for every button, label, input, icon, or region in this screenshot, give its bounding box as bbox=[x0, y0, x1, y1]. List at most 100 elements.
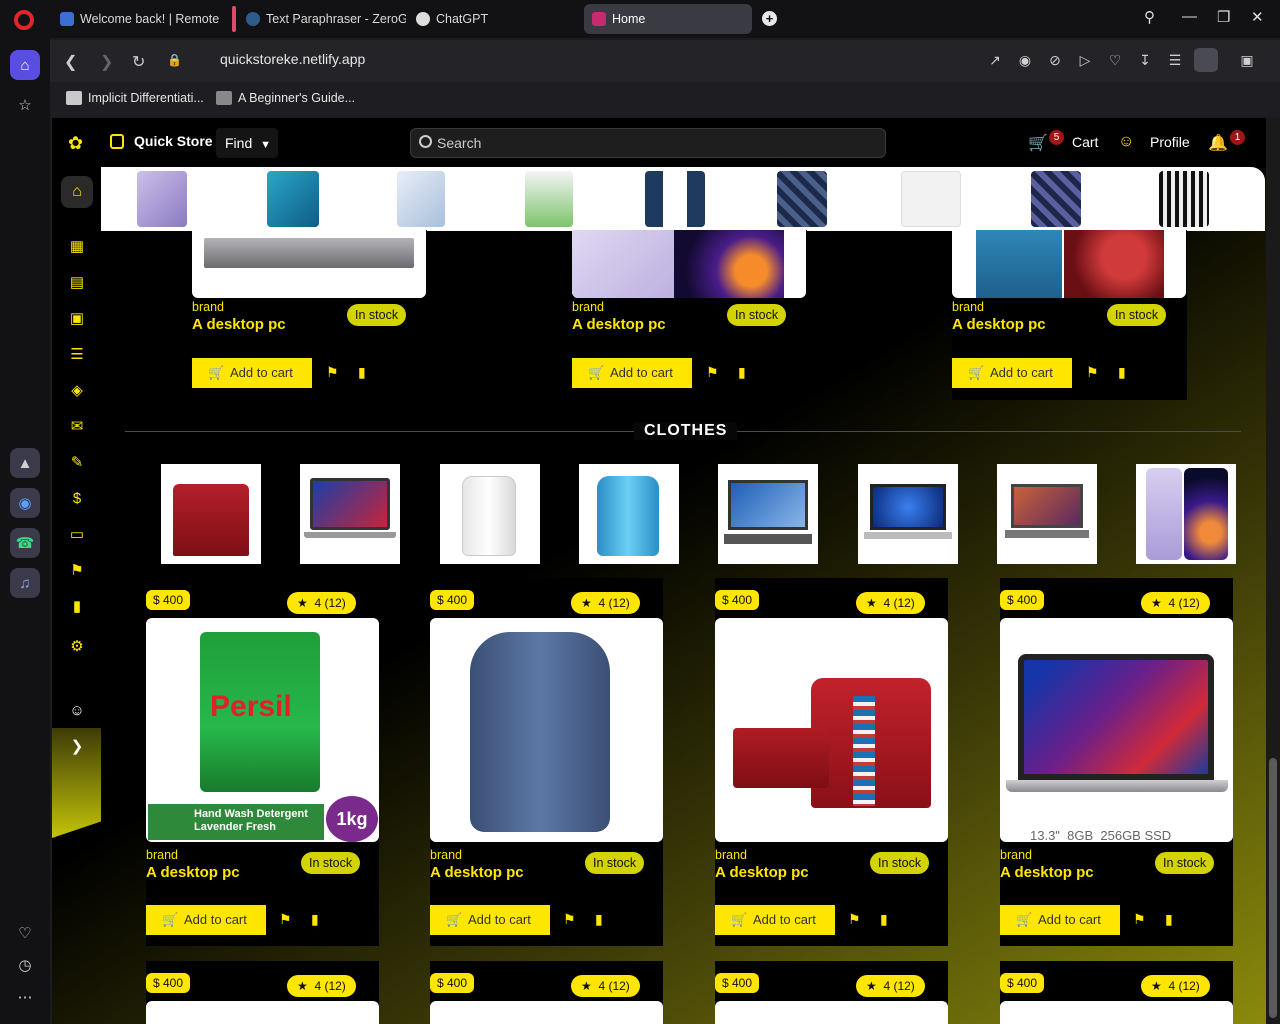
more-options-icon[interactable]: ⋯ bbox=[10, 982, 40, 1012]
opera-logo-icon[interactable] bbox=[14, 10, 34, 30]
new-tab-button[interactable]: + bbox=[762, 11, 777, 26]
carousel-item[interactable] bbox=[525, 171, 573, 227]
bookmark-icon[interactable]: ▮ bbox=[1165, 911, 1173, 928]
flag-icon[interactable]: ⚑ bbox=[563, 911, 576, 928]
tab-search-icon[interactable]: ⚲ bbox=[1144, 8, 1155, 26]
tag-icon[interactable]: ◈ bbox=[68, 382, 86, 400]
tab-chatgpt[interactable]: ChatGPT bbox=[408, 4, 578, 34]
category-thumbnail[interactable] bbox=[440, 464, 540, 564]
carousel-item[interactable] bbox=[267, 171, 319, 227]
product-name[interactable]: A desktop pc bbox=[572, 316, 666, 333]
product-name[interactable]: A desktop pc bbox=[715, 864, 809, 881]
product-card[interactable]: brand A desktop pc In stock 🛒 Add to cart… bbox=[952, 230, 1187, 400]
product-name[interactable]: A desktop pc bbox=[192, 316, 286, 333]
messenger-icon[interactable]: ◉ bbox=[10, 488, 40, 518]
carousel-item[interactable] bbox=[1159, 171, 1209, 227]
grid-icon[interactable]: ▦ bbox=[68, 238, 86, 256]
bookmark-implicit-diff[interactable]: Implicit Differentiati... bbox=[66, 91, 204, 105]
bookmark-icon[interactable]: ▮ bbox=[1118, 364, 1126, 381]
bookmarks-star-icon[interactable]: ☆ bbox=[10, 90, 40, 120]
category-thumbnail[interactable] bbox=[718, 464, 818, 564]
flag-icon[interactable]: ⚑ bbox=[326, 364, 339, 381]
settings-gear-icon[interactable]: ⚙ bbox=[68, 638, 86, 656]
product-card[interactable]: $ 400 ★ 4 (12) bbox=[430, 961, 663, 1024]
cart-link[interactable]: Cart bbox=[1072, 134, 1098, 150]
forward-icon[interactable]: ❯ bbox=[100, 52, 113, 72]
add-to-cart-button[interactable]: 🛒 Add to cart bbox=[952, 358, 1072, 388]
home-icon[interactable]: ⌂ bbox=[61, 176, 93, 208]
carousel-item[interactable] bbox=[777, 171, 827, 227]
easy-setup-icon[interactable]: ☰ bbox=[1166, 51, 1184, 69]
category-thumbnail[interactable] bbox=[1136, 464, 1236, 564]
whatsapp-icon[interactable]: ☎ bbox=[10, 528, 40, 558]
add-user-icon[interactable]: ☺ bbox=[68, 702, 86, 720]
carousel-item[interactable] bbox=[1031, 171, 1081, 227]
clipboard-icon[interactable]: ▤ bbox=[68, 274, 86, 292]
extensions-icon[interactable]: ▣ bbox=[1238, 51, 1256, 69]
product-name[interactable]: A desktop pc bbox=[146, 864, 240, 881]
flag-icon[interactable]: ⚑ bbox=[279, 911, 292, 928]
share-icon[interactable]: ↗ bbox=[986, 51, 1004, 69]
reload-icon[interactable]: ↻ bbox=[132, 52, 145, 72]
dollar-icon[interactable]: $ bbox=[68, 490, 86, 508]
minimize-icon[interactable]: — bbox=[1182, 8, 1197, 25]
product-card[interactable]: $ 400 ★ 4 (12) Persil Hand Wash Detergen… bbox=[146, 578, 379, 946]
product-name[interactable]: A desktop pc bbox=[1000, 864, 1094, 881]
browser-profile-button[interactable] bbox=[1194, 48, 1218, 72]
gift-icon[interactable]: ▣ bbox=[68, 310, 86, 328]
flag-icon[interactable]: ⚑ bbox=[706, 364, 719, 381]
download-icon[interactable]: ↧ bbox=[1136, 51, 1154, 69]
add-to-cart-button[interactable]: 🛒 Add to cart bbox=[572, 358, 692, 388]
profile-icon[interactable]: ☺ bbox=[1118, 133, 1134, 151]
carousel-item[interactable] bbox=[397, 171, 445, 227]
product-card[interactable]: $ 400 ★ 4 (12) bbox=[715, 961, 948, 1024]
close-window-icon[interactable]: ✕ bbox=[1251, 8, 1264, 26]
expand-chevron-icon[interactable]: ❯ bbox=[68, 738, 86, 756]
camera-icon[interactable]: ◉ bbox=[1016, 51, 1034, 69]
flag-icon[interactable]: ⚑ bbox=[1086, 364, 1099, 381]
cart-icon[interactable]: 🛒 bbox=[1028, 133, 1048, 153]
add-to-cart-button[interactable]: 🛒 Add to cart bbox=[146, 905, 266, 935]
category-thumbnail[interactable] bbox=[579, 464, 679, 564]
url-field[interactable]: quickstoreke.netlify.app bbox=[220, 51, 365, 67]
category-thumbnail[interactable] bbox=[997, 464, 1097, 564]
flag-icon[interactable]: ⚑ bbox=[68, 562, 86, 580]
music-player-icon[interactable]: ♫ bbox=[10, 568, 40, 598]
product-card[interactable]: $ 400 ★ 4 (12) bbox=[146, 961, 379, 1024]
add-to-cart-button[interactable]: 🛒 Add to cart bbox=[715, 905, 835, 935]
bookmark-beginners-guide[interactable]: A Beginner's Guide... bbox=[216, 91, 355, 105]
restore-icon[interactable]: ❐ bbox=[1217, 8, 1230, 26]
card-icon[interactable]: ▭ bbox=[68, 526, 86, 544]
bookmark-icon[interactable]: ▮ bbox=[311, 911, 319, 928]
adblock-icon[interactable]: ⊘ bbox=[1046, 51, 1064, 69]
mail-icon[interactable]: ✉ bbox=[68, 418, 86, 436]
tab-remote[interactable]: Welcome back! | Remote bbox=[52, 4, 224, 34]
flag-icon[interactable]: ⚑ bbox=[848, 911, 861, 928]
carousel-item[interactable] bbox=[901, 171, 961, 227]
add-to-cart-button[interactable]: 🛒 Add to cart bbox=[192, 358, 312, 388]
product-card[interactable]: $ 400 ★ 4 (12) brand A desktop pc In sto… bbox=[430, 578, 663, 946]
bookmark-icon[interactable]: ▮ bbox=[68, 598, 86, 616]
carousel-item[interactable] bbox=[137, 171, 187, 227]
bookmark-icon[interactable]: ▮ bbox=[595, 911, 603, 928]
back-icon[interactable]: ❮ bbox=[64, 52, 77, 72]
pen-icon[interactable]: ✎ bbox=[68, 454, 86, 472]
product-name[interactable]: A desktop pc bbox=[430, 864, 524, 881]
scrollbar-thumb[interactable] bbox=[1269, 758, 1277, 1018]
carousel-item[interactable] bbox=[645, 171, 705, 227]
product-card[interactable]: brand A desktop pc In stock 🛒 Add to cart… bbox=[192, 230, 427, 400]
bell-icon[interactable]: 🔔 bbox=[1208, 133, 1228, 153]
category-thumbnail[interactable] bbox=[300, 464, 400, 564]
add-to-cart-button[interactable]: 🛒 Add to cart bbox=[1000, 905, 1120, 935]
product-card[interactable]: brand A desktop pc In stock 🛒 Add to cart… bbox=[572, 230, 807, 400]
product-card[interactable]: $ 400 ★ 4 (12) 13.3" 8GB 256GB SSD brand… bbox=[1000, 578, 1233, 946]
favorites-heart-icon[interactable]: ♡ bbox=[10, 918, 40, 948]
bookmark-icon[interactable]: ▮ bbox=[358, 364, 366, 381]
flag-icon[interactable]: ⚑ bbox=[1133, 911, 1146, 928]
find-dropdown[interactable]: Find ▼ bbox=[216, 128, 278, 158]
player-icon[interactable]: ▷ bbox=[1076, 51, 1094, 69]
add-to-cart-button[interactable]: 🛒 Add to cart bbox=[430, 905, 550, 935]
category-thumbnail[interactable] bbox=[161, 464, 261, 564]
product-card[interactable]: $ 400 ★ 4 (12) brand A desktop pc In sto… bbox=[715, 578, 948, 946]
product-card[interactable]: $ 400 ★ 4 (12) bbox=[1000, 961, 1233, 1024]
